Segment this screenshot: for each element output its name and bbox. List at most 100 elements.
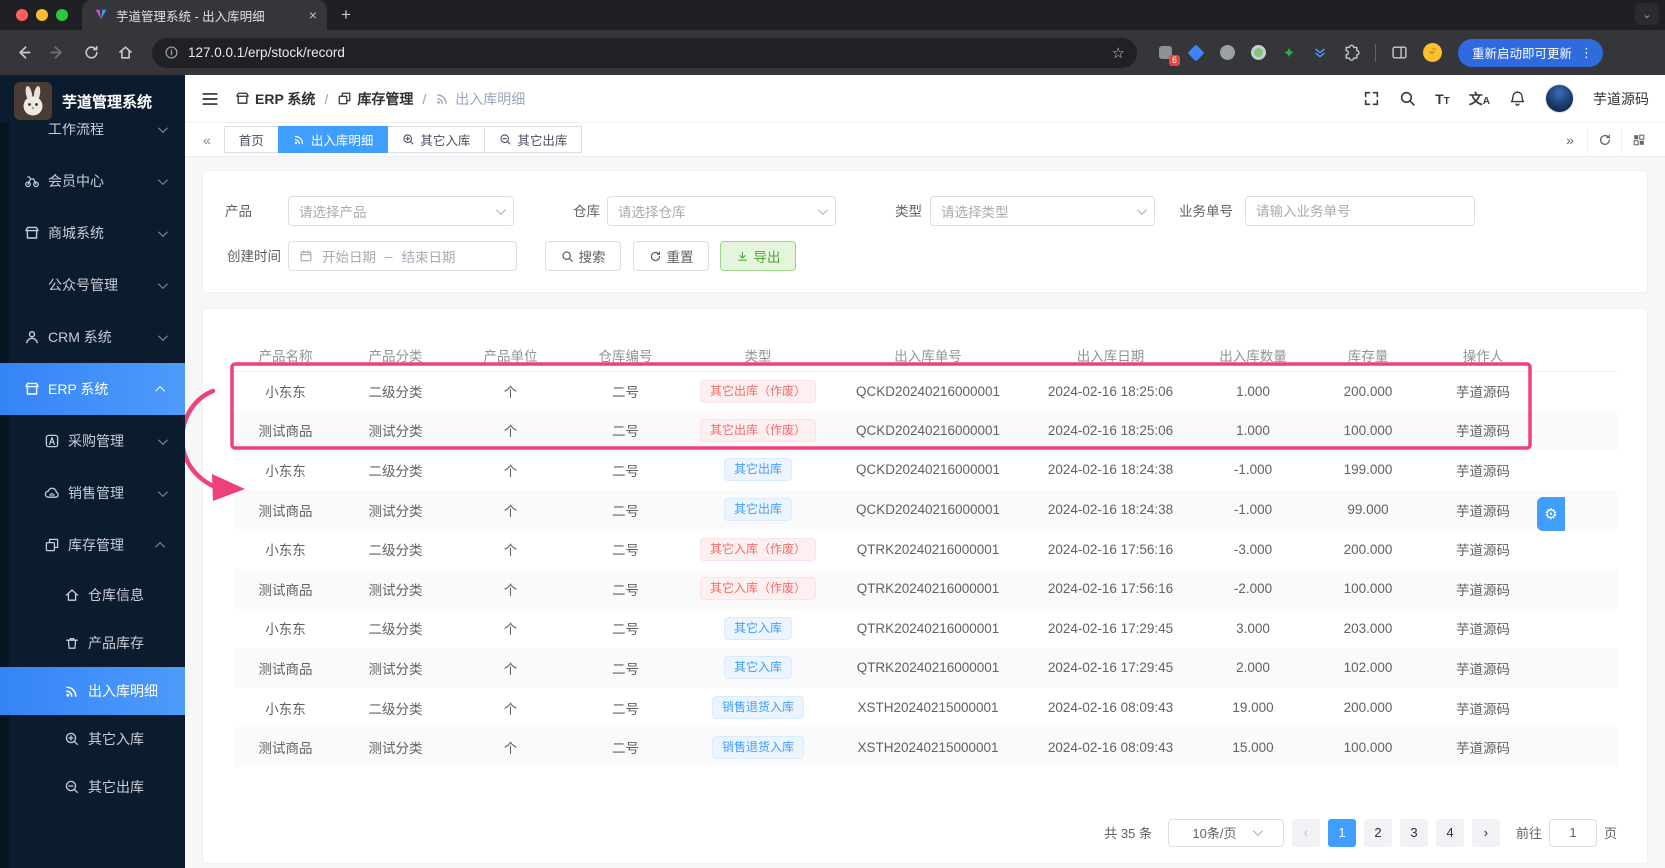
forward-button[interactable] (42, 38, 72, 68)
sidebar-item-product-stock[interactable]: 产品库存 (0, 619, 185, 667)
tab-other-in[interactable]: 其它入库 (387, 126, 486, 153)
page-button-4[interactable]: 4 (1435, 818, 1464, 847)
table-row[interactable]: 小东东 二级分类 个 二号 其它出库（作废） QCKD20240216000001 2024… (233, 371, 1617, 411)
translate-icon[interactable]: 文A (1469, 89, 1490, 109)
type-tag: 销售退货入库 (711, 735, 804, 759)
next-page-button[interactable]: › (1471, 818, 1500, 847)
extensions-puzzle-icon[interactable] (1341, 43, 1361, 63)
goto-page-input[interactable] (1548, 818, 1597, 847)
table-cell: 芋道源码 (1456, 701, 1510, 717)
sidebar-item-sales[interactable]: 销售管理 (0, 467, 185, 519)
window-zoom-button[interactable] (56, 9, 68, 21)
table-cell: 个 (503, 661, 518, 677)
new-tab-button[interactable]: + (341, 5, 351, 25)
sidebar-item-label: 库存管理 (68, 537, 124, 553)
sidebar-item-other-out[interactable]: 其它出库 (0, 763, 185, 811)
tab-other-out[interactable]: 其它出库 (484, 126, 583, 153)
sidebar: 芋道管理系统 工作流程 会员中心 商城系统 公众号管理 CRM 系统 ERP 系统 采购管理… (0, 75, 185, 868)
bookmark-star-icon[interactable]: ☆ (1112, 44, 1125, 62)
address-bar[interactable]: 127.0.0.1/erp/stock/record ☆ (152, 37, 1137, 68)
sidebar-item-member-center[interactable]: 会员中心 (0, 155, 185, 207)
site-info-icon[interactable] (164, 45, 179, 60)
reload-button[interactable] (76, 38, 106, 68)
browser-tab[interactable]: 芋道管理系统 - 出入库明细 × (82, 0, 327, 30)
url-text[interactable]: 127.0.0.1/erp/stock/record (188, 45, 1103, 60)
sidebar-item-crm-system[interactable]: CRM 系统 (0, 311, 185, 363)
table-row[interactable]: 小东东 二级分类 个 二号 其它入库 QTRK20240216000001 2024-02-… (233, 609, 1617, 649)
breadcrumb-item[interactable]: 库存管理 (337, 89, 413, 109)
extension-gem-icon[interactable] (1186, 43, 1206, 63)
sidebar-item-label: 公众号管理 (48, 277, 118, 293)
export-button[interactable]: 导出 (720, 241, 796, 271)
profile-avatar-icon[interactable]: ᵕ̈ (1422, 43, 1442, 63)
window-minimize-button[interactable] (36, 9, 48, 21)
table-cell: 测试商品 (258, 582, 313, 598)
table-row[interactable]: 小东东 二级分类 个 二号 销售退货入库 XSTH20240215000001 2024-0… (233, 688, 1617, 728)
table-row[interactable]: 测试商品 测试分类 个 二号 销售退货入库 XSTH20240215000001 2024-… (233, 727, 1617, 767)
browser-menu-kebab-icon[interactable]: ⋮ (1580, 45, 1593, 61)
table-row[interactable]: 小东东 二级分类 个 二号 其它入库（作废） QTRK20240216000001 2024… (233, 529, 1617, 569)
reset-button[interactable]: 重置 (633, 241, 709, 271)
window-close-button[interactable] (16, 9, 28, 21)
table-row[interactable]: 测试商品 测试分类 个 二号 其它入库（作废） QTRK20240216000001 202… (233, 568, 1617, 609)
table-cell: 1.000 (1236, 383, 1270, 399)
tab-home[interactable]: 首页 (223, 126, 279, 153)
end-date-placeholder[interactable]: 结束日期 (402, 246, 506, 266)
extension-chevrons-icon[interactable] (1310, 43, 1330, 63)
page-button-3[interactable]: 3 (1399, 818, 1428, 847)
browser-update-button[interactable]: 重新启动即可更新 ⋮ (1458, 38, 1604, 67)
back-button[interactable] (8, 38, 38, 68)
font-size-icon[interactable]: TT (1435, 91, 1450, 107)
sidebar-item-label: 其它出库 (88, 779, 144, 795)
tab-search-chevron[interactable]: ⌄ (1635, 3, 1659, 25)
extension-circle-icon[interactable] (1217, 43, 1237, 63)
tags-refresh-icon[interactable] (1587, 126, 1621, 153)
date-range-picker[interactable]: 开始日期 – 结束日期 (288, 241, 517, 271)
collapse-menu-icon[interactable] (197, 86, 223, 112)
user-avatar[interactable] (1545, 84, 1574, 113)
page-button-1[interactable]: 1 (1327, 818, 1356, 847)
start-date-placeholder[interactable]: 开始日期 (322, 246, 376, 266)
extension-green-dot-icon[interactable] (1248, 43, 1268, 63)
sidebar-item-mall-system[interactable]: 商城系统 (0, 207, 185, 259)
sidebar-item-purchase[interactable]: 采购管理 (0, 415, 185, 467)
sidebar-item-stock-record[interactable]: 出入库明细 (0, 667, 185, 715)
tab-stock-record[interactable]: 出入库明细 (277, 126, 389, 153)
table-cell: 2024-02-16 17:29:45 (1047, 660, 1174, 676)
page-size-select[interactable]: 10条/页 (1167, 818, 1284, 847)
extension-star-icon[interactable]: ✦ (1279, 43, 1299, 63)
sidebar-item-stock[interactable]: 库存管理 (0, 519, 185, 571)
table-cell: 测试商品 (258, 424, 313, 440)
prev-page-button[interactable]: ‹ (1291, 818, 1320, 847)
breadcrumb-item[interactable]: ERP 系统 (235, 89, 315, 109)
tab-close-icon[interactable]: × (309, 7, 317, 23)
breadcrumb-item[interactable]: 出入库明细 (435, 89, 525, 109)
tags-scroll-right-icon[interactable]: » (1553, 127, 1587, 153)
tags-layout-grid-icon[interactable] (1621, 126, 1655, 153)
chevron-up-icon (155, 541, 166, 552)
date-range-separator: – (385, 248, 393, 264)
side-panel-icon[interactable] (1384, 38, 1414, 68)
bizno-input[interactable] (1256, 203, 1464, 219)
extension-badged-icon[interactable]: 6 (1155, 43, 1180, 66)
product-select[interactable]: 请选择产品 (288, 196, 514, 226)
sidebar-item-warehouse-info[interactable]: 仓库信息 (0, 571, 185, 619)
sidebar-item-erp-system[interactable]: ERP 系统 (0, 363, 185, 415)
table-row[interactable]: 测试商品 测试分类 个 二号 其它出库（作废） QCKD20240216000001 202… (233, 410, 1617, 451)
table-row[interactable]: 小东东 二级分类 个 二号 其它出库 QCKD20240216000001 2024-02-… (233, 450, 1617, 490)
table-row[interactable]: 测试商品 测试分类 个 二号 其它入库 QTRK20240216000001 2024-02… (233, 648, 1617, 688)
search-button[interactable]: 搜索 (545, 241, 621, 271)
search-icon[interactable] (1399, 90, 1416, 107)
bizno-input-box[interactable] (1245, 196, 1475, 226)
home-button[interactable] (110, 38, 140, 68)
sidebar-item-mp-admin[interactable]: 公众号管理 (0, 259, 185, 311)
fullscreen-icon[interactable] (1363, 90, 1380, 107)
tags-scroll-left-icon[interactable]: « (195, 132, 219, 148)
notification-bell-icon[interactable] (1509, 90, 1526, 107)
page-button-2[interactable]: 2 (1363, 818, 1392, 847)
theme-settings-gear-button[interactable]: ⚙ (1537, 497, 1565, 531)
sidebar-item-other-in[interactable]: 其它入库 (0, 715, 185, 763)
sidebar-item-workflow[interactable]: 工作流程 (0, 123, 185, 155)
warehouse-select[interactable]: 请选择仓库 (607, 196, 836, 226)
table-row[interactable]: 测试商品 测试分类 个 二号 其它出库 QCKD20240216000001 2024-02… (233, 489, 1617, 530)
